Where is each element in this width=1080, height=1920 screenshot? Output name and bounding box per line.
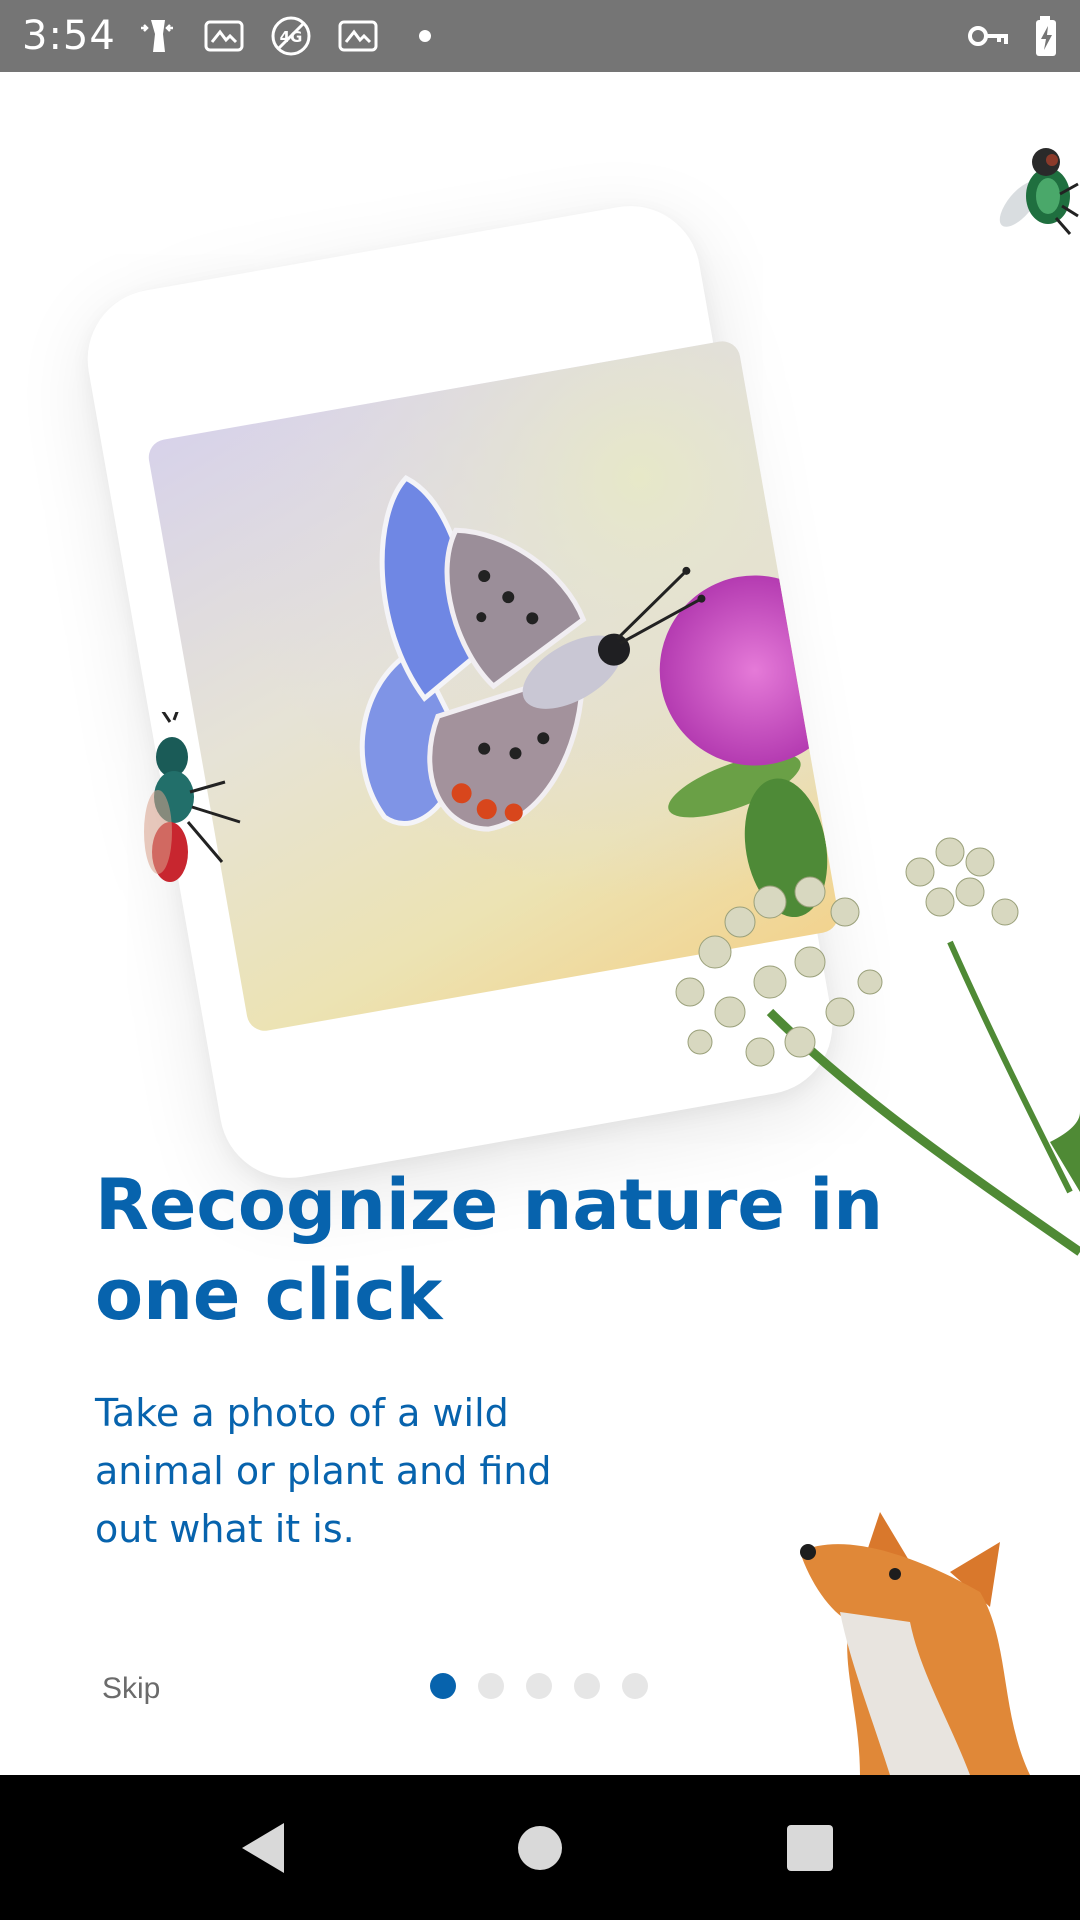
photo-icon: [338, 20, 378, 52]
navigation-bar: [0, 1775, 1080, 1920]
onboarding-description: Take a photo of a wild animal or plant a…: [95, 1391, 552, 1551]
status-time: 3:54: [22, 13, 116, 59]
fly-illustration: [999, 148, 1079, 235]
page-dot-3[interactable]: [526, 1673, 552, 1699]
fox-illustration: [800, 1512, 1030, 1775]
page-dot-5[interactable]: [622, 1673, 648, 1699]
onboarding-title: Recognize nature in one click: [95, 1164, 884, 1336]
recents-icon[interactable]: [765, 1803, 855, 1893]
onboarding-page: Recognize nature in one click Take a pho…: [0, 72, 1080, 1775]
photo-icon: [204, 20, 244, 52]
home-icon[interactable]: [495, 1803, 585, 1893]
skip-button[interactable]: Skip: [102, 1672, 160, 1706]
dot-icon: [419, 30, 431, 42]
figure-icon: [141, 20, 173, 52]
page-dot-1[interactable]: [430, 1673, 456, 1699]
back-icon[interactable]: [220, 1803, 310, 1893]
wasp-illustration: [144, 712, 241, 882]
battery-charging-icon: [1036, 16, 1056, 56]
page-dot-4[interactable]: [574, 1673, 600, 1699]
no-4g-icon: 4G: [271, 16, 311, 56]
status-bar: 3:54 4G: [0, 0, 1080, 72]
page-dot-2[interactable]: [478, 1673, 504, 1699]
page-indicator: [430, 1673, 650, 1699]
vpn-key-icon: [968, 26, 1008, 46]
